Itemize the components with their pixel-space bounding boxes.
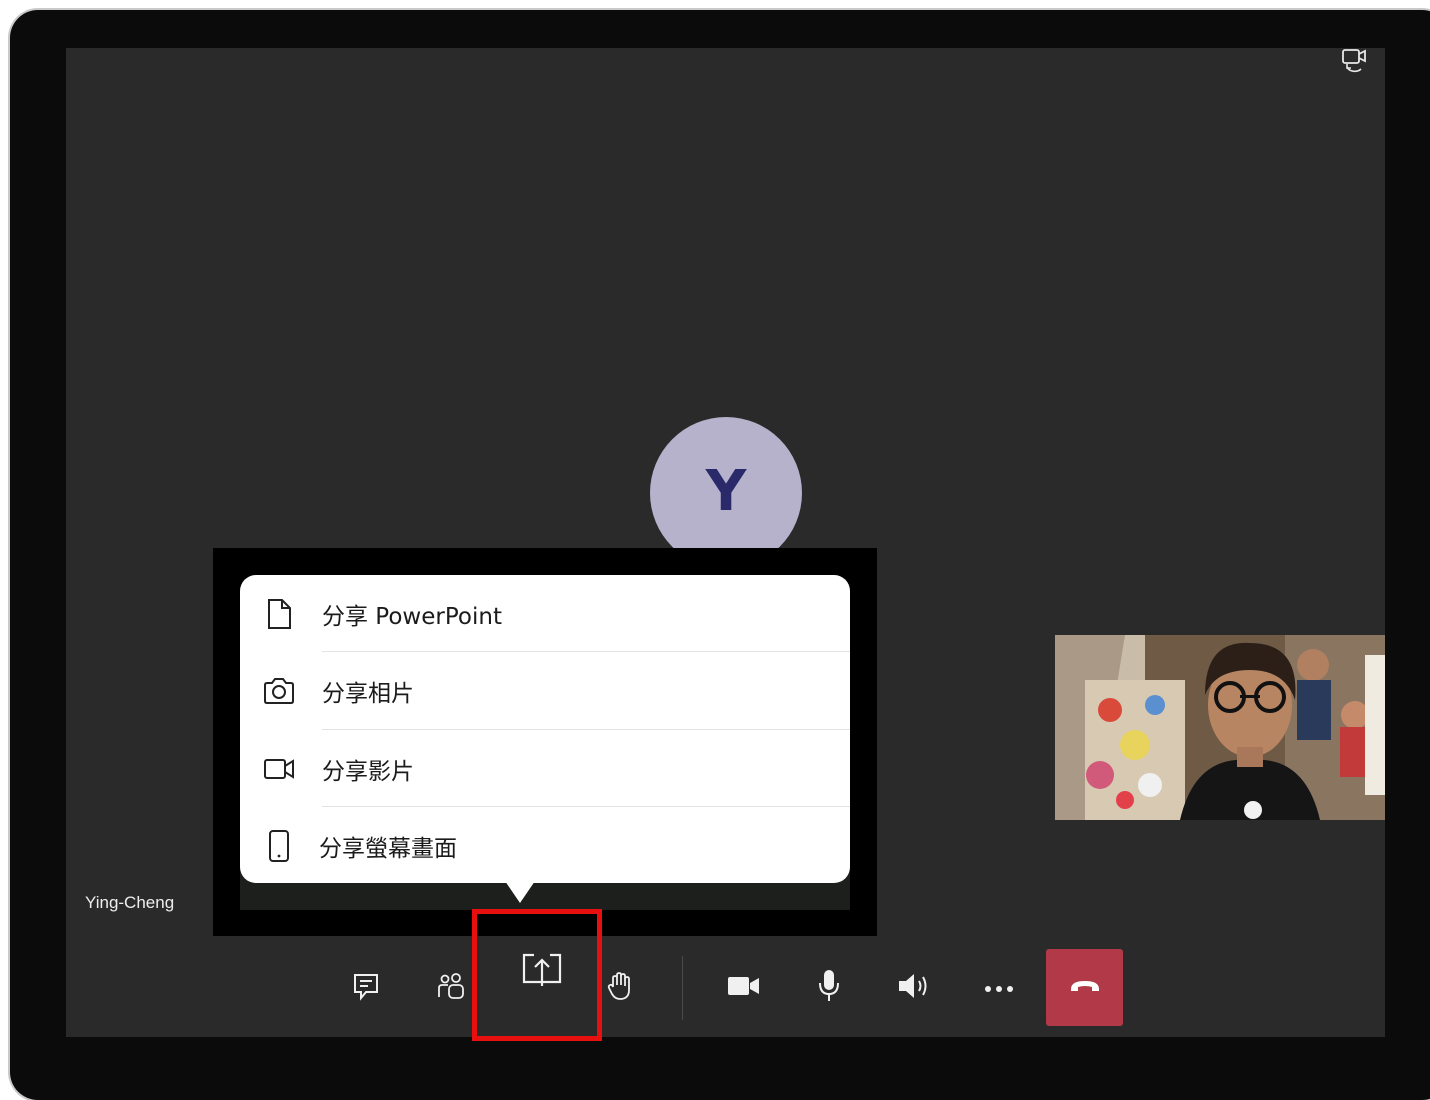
raise-hand-button[interactable]: [603, 970, 639, 1006]
share-powerpoint-label: 分享 PowerPoint: [322, 603, 502, 630]
share-popover-container: 分享 PowerPoint 分享相片 分享影片 分享螢幕畫面: [213, 548, 877, 936]
share-video-label: 分享影片: [322, 758, 414, 785]
microphone-icon: [815, 968, 843, 1008]
popover-arrow: [505, 881, 535, 903]
camera-icon: [262, 674, 296, 708]
microphone-button[interactable]: [811, 968, 847, 1008]
hang-up-icon: [1068, 977, 1102, 999]
self-video-preview[interactable]: [1055, 635, 1385, 820]
meeting-stage: Y Ying-Cheng 分享 PowerPoint 分享相片 分享影片 分享螢…: [66, 48, 1385, 1037]
toolbar-divider: [682, 956, 683, 1020]
share-photo-label: 分享相片: [322, 680, 414, 707]
document-icon: [262, 597, 296, 631]
more-options-button[interactable]: [979, 970, 1019, 1006]
participant-avatar: Y: [650, 417, 802, 569]
participants-button[interactable]: [433, 970, 469, 1006]
avatar-initial: Y: [705, 458, 747, 524]
camera-on-icon: [727, 973, 761, 1003]
share-button-highlight: [472, 909, 602, 1041]
share-screen-label: 分享螢幕畫面: [319, 835, 457, 862]
share-screen-item[interactable]: 分享螢幕畫面: [240, 807, 850, 884]
more-icon: [983, 979, 1015, 998]
share-powerpoint-item[interactable]: 分享 PowerPoint: [240, 575, 850, 652]
speaker-button[interactable]: [894, 970, 934, 1006]
phone-icon: [262, 829, 296, 863]
hang-up-button[interactable]: [1046, 949, 1123, 1026]
switch-camera-icon[interactable]: [1339, 48, 1371, 76]
chat-icon: [351, 971, 381, 1005]
participant-name-label: Ying-Cheng: [85, 893, 175, 912]
speaker-icon: [896, 971, 932, 1005]
camera-button[interactable]: [724, 970, 764, 1006]
share-video-item[interactable]: 分享影片: [240, 730, 850, 807]
people-icon: [436, 971, 466, 1005]
share-photo-item[interactable]: 分享相片: [240, 652, 850, 729]
hand-icon: [605, 970, 637, 1006]
chat-button[interactable]: [348, 970, 384, 1006]
share-menu: 分享 PowerPoint 分享相片 分享影片 分享螢幕畫面: [240, 575, 850, 883]
video-icon: [262, 752, 296, 786]
